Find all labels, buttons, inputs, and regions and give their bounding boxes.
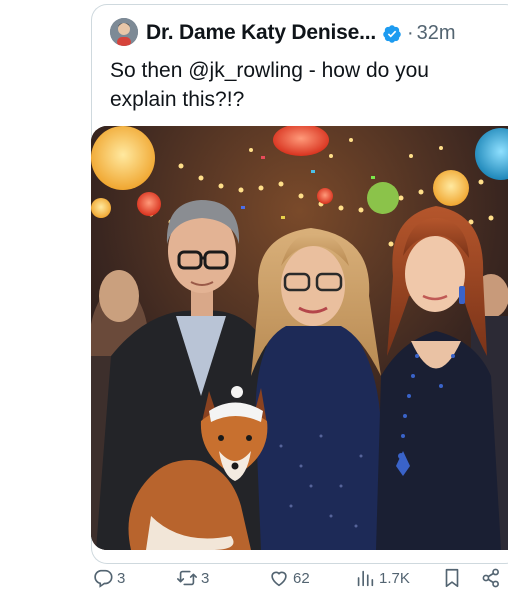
verified-badge-icon [383,24,401,43]
tweet-text: So then @jk_rowling - how do you explain… [110,59,429,111]
reply-button[interactable]: 3 [92,566,125,590]
repost-button[interactable]: 3 [176,566,209,590]
like-button[interactable]: 62 [268,566,310,590]
repost-count: 3 [201,569,210,587]
separator-dot: · [407,21,414,44]
heart-icon [271,571,287,587]
bookmark-button[interactable] [441,566,463,590]
reply-count: 3 [117,569,126,587]
share-button[interactable] [480,566,502,590]
tweet-header: Dr. Dame Katy Denise... · 32m [146,18,456,48]
bookmark-icon [445,568,459,588]
tweet-photo[interactable] [91,126,508,550]
timestamp[interactable]: 32m [417,22,456,45]
views-count: 1.7K [379,569,410,587]
author-avatar[interactable] [110,18,138,46]
reply-icon [94,569,113,588]
share-icon [482,568,499,588]
author-name[interactable]: Dr. Dame Katy Denise... [146,21,376,45]
views-icon [357,570,374,587]
repost-icon [177,570,197,586]
tweet-actions: 3 3 62 1.7K [92,566,508,590]
views-button[interactable]: 1.7K [354,566,410,590]
like-count: 62 [293,569,310,587]
party-photo-image [91,126,508,550]
